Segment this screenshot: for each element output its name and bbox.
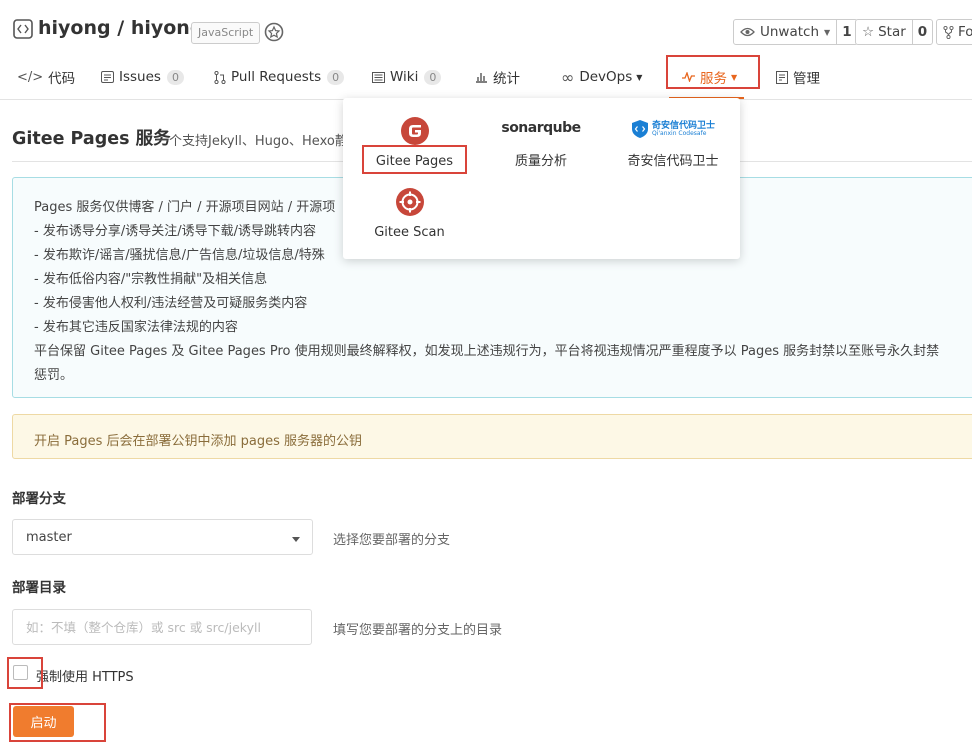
repo-separator: / xyxy=(117,17,125,39)
notice-line: Pages 服务仅供博客 / 门户 / 开源项目网站 / 开源项 xyxy=(34,200,336,215)
sonarqube-logo: sonarqube xyxy=(491,120,591,142)
branch-label: 部署分支 xyxy=(12,491,66,507)
pages-key-warning: 开启 Pages 后会在部署公钥中添加 pages 服务器的公钥 xyxy=(12,414,972,459)
pr-count-badge: 0 xyxy=(327,69,345,85)
tab-label: Pull Requests xyxy=(231,69,322,85)
repo-title[interactable]: hiyong / hiyong xyxy=(38,17,203,39)
star-count[interactable]: 0 xyxy=(911,20,932,44)
fork-button[interactable]: Fo xyxy=(936,19,972,45)
tab-label: DevOps xyxy=(579,69,633,85)
star-label: Star xyxy=(878,24,906,40)
manage-icon xyxy=(776,70,788,84)
wiki-icon xyxy=(372,71,385,83)
caret-down-icon xyxy=(292,537,300,542)
notice-line: - 发布侵害他人权利/违法经营及可疑服务类内容 xyxy=(34,296,308,311)
tab-code[interactable]: </> 代码 xyxy=(17,65,75,89)
repo-code-icon xyxy=(13,19,33,39)
wiki-count-badge: 0 xyxy=(424,69,442,85)
tab-issues[interactable]: Issues 0 xyxy=(101,65,184,89)
https-highlight xyxy=(7,657,43,689)
tab-manage[interactable]: 管理 xyxy=(776,65,820,89)
gitee-scan-icon xyxy=(395,188,424,216)
page-title: Gitee Pages 服务 xyxy=(12,129,171,149)
codesafe-logo: 奇安信代码卫士 Qi'anxin Codesafe xyxy=(618,116,728,142)
tab-devops[interactable]: ∞ DevOps ▼ xyxy=(561,65,642,89)
fork-icon xyxy=(943,25,954,39)
notice-line: 惩罚。 xyxy=(34,368,74,383)
tab-label: 统计 xyxy=(493,71,520,87)
tab-label: 管理 xyxy=(793,71,820,87)
branch-value: master xyxy=(26,530,72,545)
tab-stats[interactable]: 统计 xyxy=(475,65,520,89)
dropdown-item-gitee-scan[interactable]: Gitee Scan xyxy=(362,187,457,240)
watch-button[interactable]: Unwatch ▼ 1 xyxy=(733,19,858,45)
https-label[interactable]: 强制使用 HTTPS xyxy=(36,666,134,685)
branch-select[interactable]: master xyxy=(12,519,313,555)
tab-label: Wiki xyxy=(390,69,419,85)
issues-count-badge: 0 xyxy=(166,69,184,85)
gitee-pages-highlight xyxy=(362,145,467,174)
gitee-pages-icon xyxy=(400,117,429,145)
dropdown-label: 奇安信代码卫士 xyxy=(627,154,719,169)
watch-count[interactable]: 1 xyxy=(836,20,856,44)
tab-label: Issues xyxy=(119,69,161,85)
service-dropdown: Gitee Pages sonarqube 质量分析 奇安信代码卫士 Qi'an… xyxy=(343,98,740,259)
notice-line: - 发布其它违反国家法律法规的内容 xyxy=(34,320,238,335)
star-button[interactable]: ☆ Star 0 xyxy=(855,19,934,45)
stats-icon xyxy=(476,73,487,83)
directory-label: 部署目录 xyxy=(12,580,66,596)
eye-icon xyxy=(740,27,755,37)
tab-label: 代码 xyxy=(48,71,76,87)
notice-line: - 发布欺诈/谣言/骚扰信息/广告信息/垃圾信息/特殊 xyxy=(34,248,325,263)
dropdown-label: 质量分析 xyxy=(514,154,567,169)
directory-help: 填写您要部署的分支上的目录 xyxy=(333,623,503,638)
directory-input[interactable] xyxy=(12,609,312,645)
repo-tabs: </> 代码 Issues 0 Pull Requests 0 Wiki 0 统… xyxy=(0,57,972,100)
sonarqube-logo-text: sonarqube xyxy=(501,120,581,136)
caret-down-icon: ▼ xyxy=(636,72,643,82)
gvp-badge-icon[interactable] xyxy=(263,21,285,43)
notice-line: - 发布诱导分享/诱导关注/诱导下载/诱导跳转内容 xyxy=(34,224,316,239)
branch-help: 选择您要部署的分支 xyxy=(333,533,451,548)
watch-label: Unwatch xyxy=(760,24,820,40)
notice-line: 平台保留 Gitee Pages 及 Gitee Pages Pro 使用规则最… xyxy=(34,344,940,359)
star-icon: ☆ xyxy=(862,24,875,40)
dropdown-label: Gitee Scan xyxy=(374,225,445,240)
service-tab-highlight xyxy=(666,55,760,89)
page-subtitle: 一个支持Jekyll、Hugo、Hexo静 xyxy=(156,134,348,149)
shield-icon xyxy=(631,120,648,138)
devops-icon: ∞ xyxy=(561,67,575,87)
language-badge[interactable]: JavaScript xyxy=(191,22,261,44)
codesafe-logo-subtext: Qi'anxin Codesafe xyxy=(651,129,707,137)
tab-pull-requests[interactable]: Pull Requests 0 xyxy=(214,65,345,89)
start-button-highlight xyxy=(9,703,106,742)
code-icon: </> xyxy=(17,69,44,85)
pull-request-icon xyxy=(214,70,226,84)
notice-line: - 发布低俗内容/"宗教性捐献"及相关信息 xyxy=(34,272,268,287)
issues-icon xyxy=(101,71,114,83)
fork-label: Fo xyxy=(958,24,972,40)
tab-wiki[interactable]: Wiki 0 xyxy=(372,65,442,89)
dropdown-item-sonarqube[interactable]: sonarqube 质量分析 xyxy=(491,120,591,169)
repo-owner-link[interactable]: hiyong xyxy=(38,17,111,39)
dropdown-item-codesafe[interactable]: 奇安信代码卫士 Qi'anxin Codesafe 奇安信代码卫士 xyxy=(618,116,728,169)
warning-text: 开启 Pages 后会在部署公钥中添加 pages 服务器的公钥 xyxy=(34,434,363,449)
caret-down-icon: ▼ xyxy=(824,27,831,37)
